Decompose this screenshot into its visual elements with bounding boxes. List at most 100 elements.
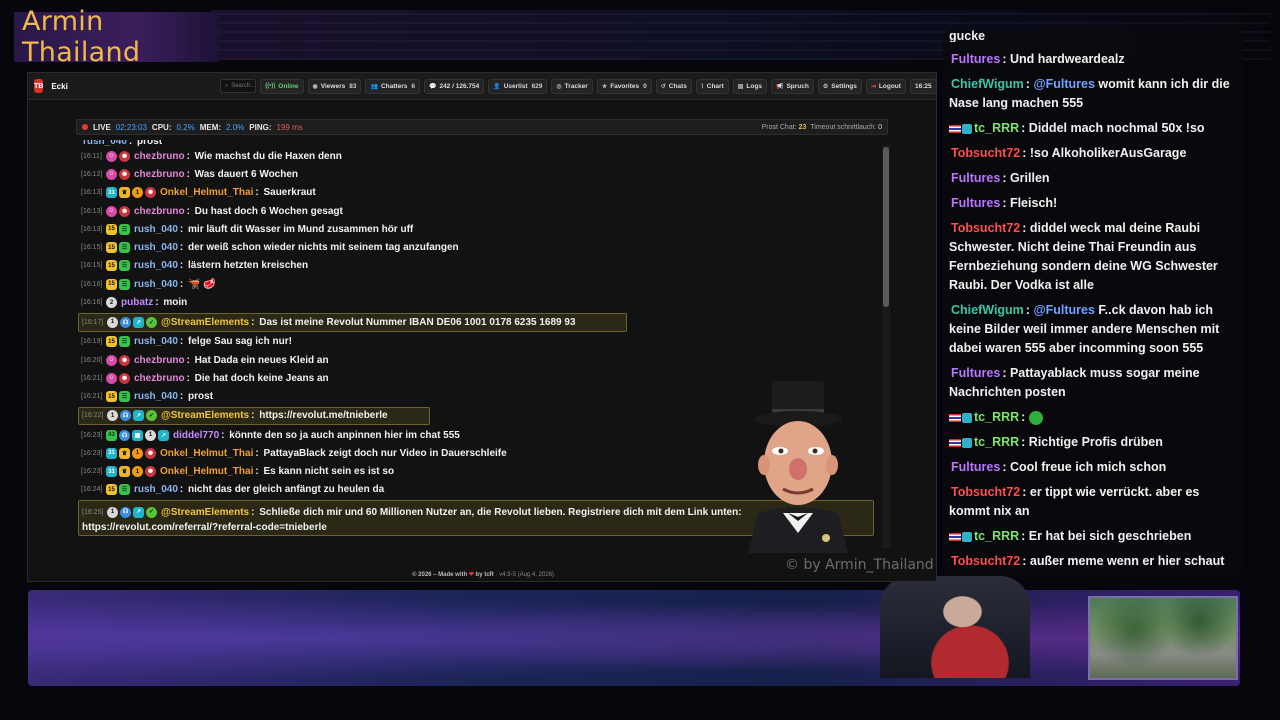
chat-username[interactable]: chezbruno [134, 151, 185, 162]
chat-username[interactable]: Onkel_Helmut_Thai [160, 466, 253, 477]
overlay-username: Fultures [951, 460, 1001, 474]
spruch-button[interactable]: 📢 Spruch [770, 78, 814, 94]
history-icon: ↺ [660, 83, 666, 90]
wrench-badge-icon: ↗ [133, 316, 144, 328]
chat-timestamp: [16:24] [81, 486, 103, 494]
viewers-button[interactable]: ◉ Viewers 83 [307, 78, 362, 94]
timeout-label: Timeout schnittlauch: [810, 123, 877, 131]
tracker-button[interactable]: ◎ Tracker [551, 78, 593, 94]
sub-months-badge-icon: 15 [106, 260, 117, 272]
speech-bubble-icon: 💬 [428, 83, 437, 90]
chat-message: [16:15] 15 ☰ rush_040: lästern hetzten krei… [81, 260, 309, 272]
chat-message-highlight: [16:17] 1 ☊ ↗ ✓ @StreamElements: Das ist mein… [78, 312, 627, 332]
chat-username[interactable]: diddel770 [173, 430, 219, 441]
globe-badge-icon: ✺ [145, 187, 156, 199]
logout-button[interactable]: ⇥ Logout [865, 78, 906, 94]
watermark: © by Armin_Thailand [785, 557, 934, 573]
chat-scrollbar[interactable] [882, 145, 890, 548]
chat-username[interactable]: rush_040 [134, 242, 178, 253]
cpu-value: 0.2% [176, 122, 195, 132]
chat-username[interactable]: @StreamElements [161, 317, 249, 328]
scrollbar-thumb[interactable] [883, 147, 889, 307]
chat-text: prost [137, 140, 163, 147]
chat-username[interactable]: chezbruno [134, 355, 185, 366]
favorites-label: Favorites [610, 82, 640, 90]
search-placeholder: Search... [231, 83, 256, 89]
chat-username[interactable]: chezbruno [134, 169, 185, 180]
chat-emotes: 🫕 🥩 [188, 278, 216, 290]
chat-username[interactable]: Onkel_Helmut_Thai [160, 187, 253, 198]
chat-username[interactable]: @StreamElements [161, 505, 249, 520]
bot-badge-icon: ☊ [119, 429, 130, 441]
chat-message: [16:20] ☺ ✺ chezbruno: Hat Dada ein neues K… [81, 354, 329, 366]
chat-username[interactable]: pubatz [121, 297, 153, 308]
chat-link[interactable]: https://revolut.me/tnieberle [259, 410, 387, 421]
chart-button[interactable]: ⌇ Chart [695, 78, 729, 94]
app-logo[interactable]: TB [34, 79, 44, 93]
online-button[interactable]: ((•)) Online [260, 78, 304, 94]
chat-username[interactable]: rush_040 [134, 391, 178, 402]
chat-timestamp: [16:23] [81, 431, 103, 439]
tracker-label: Tracker [564, 82, 588, 90]
overlay-chat-message: Fultures: Fleisch! [951, 196, 1058, 210]
footer-version: · v4.9-5 (Aug 4, 2026) [495, 572, 554, 578]
overlay-chat-message: Fultures: Und hardweardealz [951, 52, 1125, 66]
userlist-label: Userlist [503, 82, 528, 90]
chat-timestamp: [16:15] [81, 262, 103, 270]
chat-username[interactable]: rush_040 [134, 484, 178, 495]
overlay-bottom-band [28, 590, 1240, 686]
chat-username[interactable]: @StreamElements [161, 410, 249, 421]
logs-label: Logs [746, 82, 762, 90]
settings-button[interactable]: ⚙ Settings [817, 78, 862, 94]
chat-timestamp: [16:23] [81, 468, 103, 476]
chat-username[interactable]: rush_040 [134, 224, 178, 235]
overlay-chat-message: Tobsucht72: außer meme wenn er hier scha… [951, 554, 1225, 568]
overlay-chat-text: Cool freue ich mich schon [1009, 460, 1167, 474]
sub-badge-icon [962, 531, 972, 542]
overlay-username: Fultures [951, 196, 1001, 210]
chat-text: moin [163, 297, 188, 309]
globe-badge-icon: ✺ [119, 168, 130, 180]
logs-button[interactable]: ▤ Logs [732, 78, 767, 94]
userlist-button[interactable]: 👤 Userlist 629 [488, 78, 548, 94]
user-icon: 👤 [493, 83, 501, 90]
chat-message: [16:19] 15 ☰ rush_040: felge Sau sag ich nu… [81, 336, 292, 348]
footer-author[interactable]: by tcR [476, 572, 494, 578]
chat-timestamp: [16:21] [81, 393, 103, 401]
chat-message: rush_040: prost [78, 140, 882, 147]
live-label: LIVE [93, 122, 111, 132]
chat-username[interactable]: Onkel_Helmut_Thai [160, 448, 253, 459]
crown-badge-icon: ♛ [119, 447, 130, 459]
overlay-chat-text: Grillen [1009, 171, 1050, 185]
chat-username[interactable]: rush_040 [134, 336, 178, 347]
favorites-button[interactable]: ★ Favorites 0 [596, 78, 652, 94]
chat-timestamp: [16:25] [82, 509, 104, 517]
chatters-button[interactable]: 👥 Chatters 6 [365, 78, 420, 94]
chat-username[interactable]: rush_040 [134, 279, 178, 290]
chats-button[interactable]: ↺ Chats [655, 78, 692, 94]
chats-label: Chats [668, 82, 687, 90]
chat-username[interactable]: rush_040 [134, 260, 178, 271]
chatters-label: Chatters [380, 82, 408, 90]
status-right: Prost Chat: 23 Timeout schnittlauch: 0 [762, 124, 882, 131]
chat-message: [16:13] ☺ ✺ chezbruno: Du hast doch 6 Woche… [81, 205, 343, 217]
chat-message: [16:16] 15 ☰ rush_040: 🫕 🥩 [81, 278, 216, 290]
footer-prefix: © 2026 – Made with [412, 572, 468, 578]
chat-timestamp: [16:11] [81, 152, 102, 160]
chat-username[interactable]: rush_040 [83, 140, 127, 147]
overlay-username: Tobsucht72 [951, 221, 1021, 235]
grid-badge-icon: ▦ [132, 429, 143, 441]
clock-time: 16:25 [914, 82, 932, 90]
search-input[interactable]: ⌕ Search... [219, 79, 257, 93]
ping-label: PING: [249, 122, 272, 132]
chat-text: lästern hetzten kreischen [188, 260, 309, 272]
chat-username[interactable]: chezbruno [134, 373, 185, 384]
stream-title: Armin Thailand [14, 6, 219, 68]
spruch-label: Spruch [786, 82, 809, 90]
chat-timestamp: [16:13] [81, 225, 103, 233]
messages-button[interactable]: 💬 242 / 126.754 [423, 78, 485, 94]
brand-name[interactable]: Ecki [51, 82, 67, 91]
chat-text: felge Sau sag ich nur! [188, 336, 292, 348]
chat-username[interactable]: chezbruno [134, 206, 185, 217]
overlay-username: Tobsucht72 [951, 485, 1021, 499]
